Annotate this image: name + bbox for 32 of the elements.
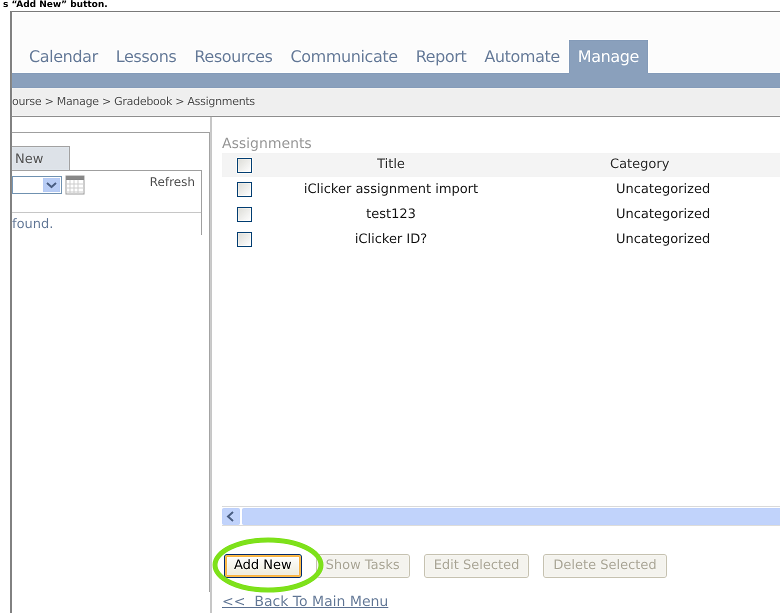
checkbox[interactable] — [236, 182, 252, 197]
chevron-down-icon — [43, 178, 60, 192]
nav-tab[interactable]: Communicate — [282, 40, 407, 73]
back-link[interactable]: << Back To Main Menu — [222, 592, 388, 613]
section-title: Assignments — [222, 135, 313, 153]
nav-tab[interactable]: Lessons — [106, 40, 186, 73]
column-header: Title — [376, 156, 406, 174]
horizontal-scrollbar[interactable] — [222, 506, 780, 526]
dropdown[interactable] — [12, 176, 62, 194]
checkbox[interactable] — [236, 158, 252, 172]
nav-tab[interactable]: Resources — [185, 40, 282, 73]
new-tab[interactable]: New — [12, 146, 70, 170]
checkbox[interactable] — [236, 232, 252, 247]
calendar-icon[interactable] — [65, 175, 85, 195]
table-cell-text: Uncategorized — [616, 180, 710, 199]
checkbox[interactable] — [236, 207, 252, 222]
status-message: found. — [12, 216, 54, 234]
table-cell-text: iClicker assignment import — [302, 180, 480, 199]
table-cell-text: iClicker ID? — [354, 230, 428, 249]
nav-tab[interactable]: Calendar — [20, 40, 107, 73]
nav-tab[interactable]: Automate — [475, 40, 569, 73]
table-cell-text: test123 — [365, 206, 417, 224]
caption: s “Add New” button. — [2, 0, 108, 11]
chevron-left-icon[interactable] — [222, 508, 240, 524]
breadcrumb: ourse > Manage > Gradebook > Assignments — [12, 94, 255, 110]
table-cell-text: Uncategorized — [616, 206, 710, 224]
action-button[interactable]: Add New — [224, 554, 302, 578]
table-cell-text: Uncategorized — [616, 230, 710, 249]
refresh-link[interactable]: Refresh — [150, 173, 195, 191]
nav-tab[interactable]: Manage — [568, 40, 648, 73]
column-header: Category — [610, 156, 670, 174]
nav-tab[interactable]: Report — [406, 40, 476, 73]
